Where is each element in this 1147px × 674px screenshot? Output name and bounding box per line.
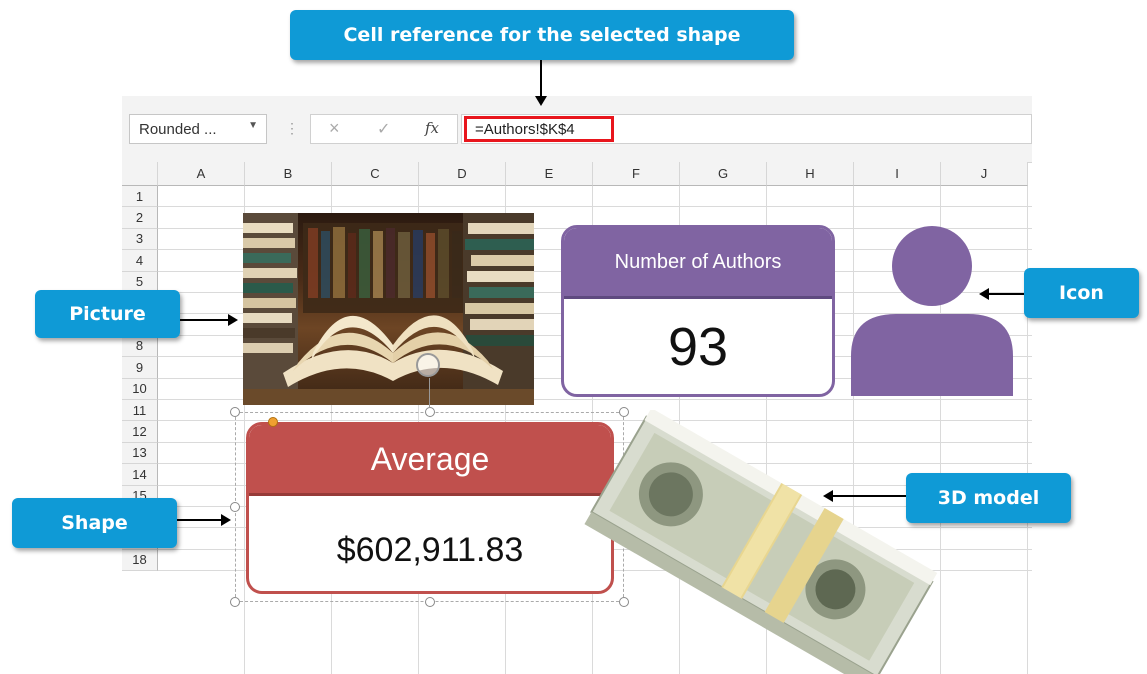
arrowhead-icon (979, 288, 989, 300)
column-header-h[interactable]: H (767, 162, 854, 186)
row-header-12[interactable]: 12 (122, 421, 158, 443)
row-header-4[interactable]: 4 (122, 250, 158, 272)
person-icon[interactable] (851, 226, 1013, 396)
formula-input[interactable]: =Authors!$K$4 (461, 114, 1032, 144)
row-header-14[interactable]: 14 (122, 464, 158, 486)
open-book-photo-icon (243, 213, 534, 405)
authors-card[interactable]: Number of Authors 93 (561, 225, 835, 397)
column-header-j[interactable]: J (941, 162, 1028, 186)
callout-3d-model: 3D model (906, 473, 1071, 523)
callout-shape-text: Shape (61, 512, 128, 534)
row-header-13[interactable]: 13 (122, 442, 158, 465)
column-header-f[interactable]: F (593, 162, 680, 186)
column-header-i[interactable]: I (854, 162, 941, 186)
row-header-2[interactable]: 2 (122, 207, 158, 229)
column-header-g[interactable]: G (680, 162, 767, 186)
callout-shape: Shape (12, 498, 177, 548)
separator-dots-icon: ⋮ (285, 120, 299, 136)
callout-icon-text: Icon (1059, 282, 1104, 304)
money-stack-3d-model[interactable] (580, 410, 945, 674)
resize-handle-tm[interactable] (425, 407, 435, 417)
row-header-1[interactable]: 1 (122, 186, 158, 208)
arrowhead-picture (228, 314, 238, 326)
callout-picture-text: Picture (69, 303, 146, 325)
adjust-handle[interactable] (268, 417, 278, 427)
formula-bar: Rounded ... ▼ ⋮ × ✓ fx =Authors!$K$4 (122, 96, 1032, 163)
select-all-corner[interactable] (122, 162, 158, 186)
arrow-picture (180, 319, 228, 321)
arrow-cell-reference (540, 60, 542, 98)
authors-card-header: Number of Authors (564, 228, 832, 299)
authors-card-title: Number of Authors (614, 250, 782, 273)
arrow-shape (177, 519, 223, 521)
authors-card-value: 93 (667, 317, 729, 377)
row-header-3[interactable]: 3 (122, 228, 158, 251)
callout-cell-reference-text: Cell reference for the selected shape (343, 24, 741, 46)
average-shape-header: Average (249, 425, 611, 496)
row-header-11[interactable]: 11 (122, 400, 158, 422)
insert-function-icon[interactable]: fx (425, 119, 439, 137)
formula-value: =Authors!$K$4 (475, 120, 575, 138)
column-header-e[interactable]: E (506, 162, 593, 186)
row-header-18[interactable]: 18 (122, 549, 158, 572)
resize-handle-tl[interactable] (230, 407, 240, 417)
arrow-3d-model (832, 495, 906, 497)
cancel-icon[interactable]: × (329, 118, 340, 139)
average-shape-value: $602,911.83 (336, 530, 524, 569)
column-header-b[interactable]: B (245, 162, 332, 186)
column-header-a[interactable]: A (158, 162, 245, 186)
resize-handle-ml[interactable] (230, 502, 240, 512)
rotation-connector (429, 378, 430, 408)
arrowhead-3d-model (823, 490, 833, 502)
name-box[interactable]: Rounded ... ▼ (129, 114, 267, 144)
callout-picture: Picture (35, 290, 180, 338)
average-shape[interactable]: Average $602,911.83 (246, 422, 614, 594)
books-picture[interactable] (243, 213, 534, 405)
arrowhead-cell-reference (535, 96, 547, 106)
row-header-8[interactable]: 8 (122, 335, 158, 358)
callout-cell-reference: Cell reference for the selected shape (290, 10, 794, 60)
formula-text-highlight: =Authors!$K$4 (464, 116, 614, 142)
average-shape-title: Average (370, 440, 490, 477)
resize-handle-bl[interactable] (230, 597, 240, 607)
formula-buttons: × ✓ fx (310, 114, 458, 144)
column-header-c[interactable]: C (332, 162, 419, 186)
row-header-10[interactable]: 10 (122, 378, 158, 400)
chevron-down-icon[interactable]: ▼ (248, 120, 258, 131)
callout-icon: Icon (1024, 268, 1139, 318)
picture-rotate-handle-icon[interactable] (416, 353, 440, 377)
gridline-vertical (1027, 186, 1028, 674)
row-header-9[interactable]: 9 (122, 357, 158, 379)
name-box-value: Rounded ... (139, 120, 217, 138)
enter-icon[interactable]: ✓ (377, 119, 390, 139)
resize-handle-bm[interactable] (425, 597, 435, 607)
callout-3d-model-text: 3D model (937, 487, 1040, 509)
column-header-d[interactable]: D (419, 162, 506, 186)
gridline-horizontal (158, 206, 1032, 208)
arrowhead-shape (221, 514, 231, 526)
arrow-icon (988, 293, 1024, 295)
